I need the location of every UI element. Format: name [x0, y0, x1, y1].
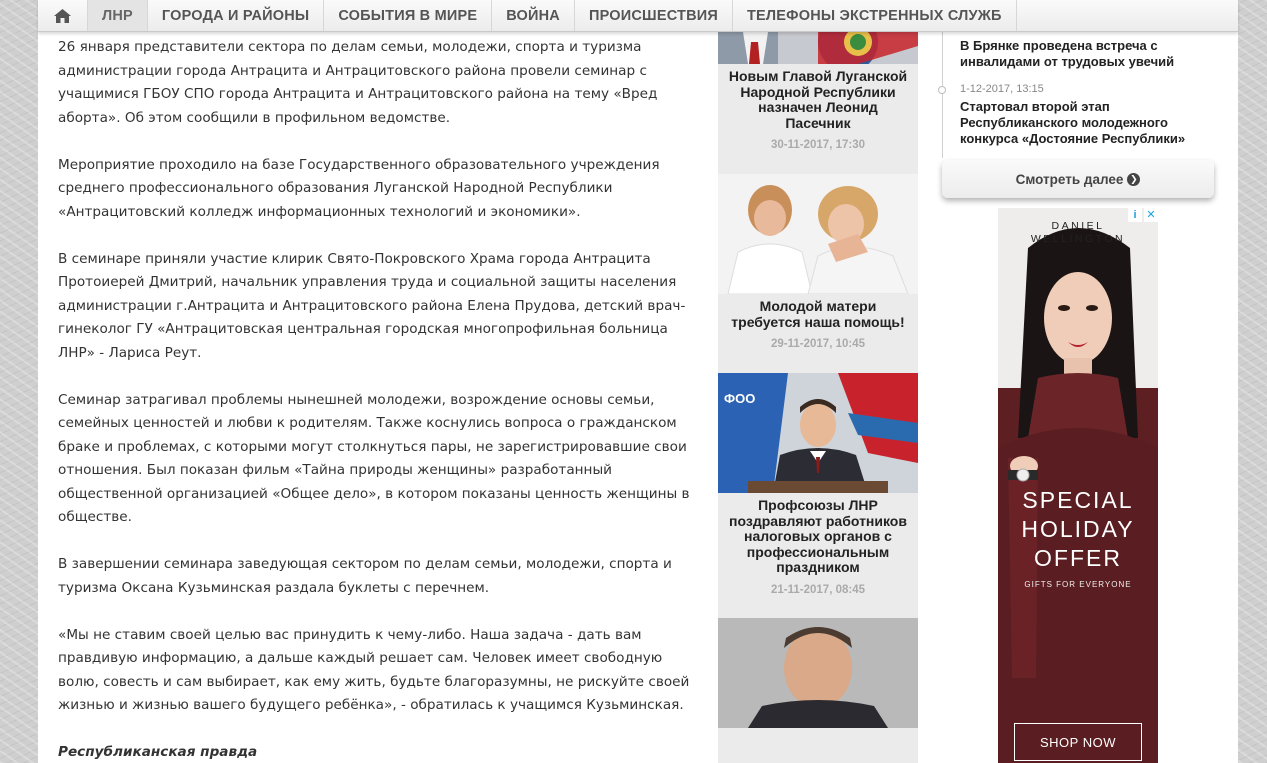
article-paragraph: Семинар затрагивал проблемы нынешней мол…: [58, 391, 690, 526]
ad-offer: SPECIAL HOLIDAY OFFER: [998, 486, 1158, 573]
news-image[interactable]: [718, 617, 918, 728]
article-paragraph: В семинаре приняли участие клирик Свято-…: [58, 250, 686, 361]
ad-offer-line: SPECIAL: [1022, 487, 1134, 513]
nav-home[interactable]: [38, 0, 88, 31]
news-title[interactable]: Молодой матери требуется наша помощь!: [718, 294, 918, 330]
news-date: 29-11-2017, 10:45: [771, 338, 865, 350]
timeline-line: [942, 32, 943, 158]
article-paragraph: В завершении семинара заведующая секторо…: [58, 556, 672, 596]
article-source: Республиканская правда: [58, 744, 258, 760]
article-paragraph: Мероприятие проходило на базе Государств…: [58, 156, 660, 220]
nav-item-lnr[interactable]: ЛНР: [88, 0, 148, 31]
main-navigation: ЛНР ГОРОДА И РАЙОНЫ СОБЫТИЯ В МИРЕ ВОЙНА…: [38, 0, 1238, 32]
related-news-column: Новым Главой Луганской Народной Республи…: [718, 32, 918, 763]
ad-brand: DANIEL WELLINGTON: [998, 220, 1158, 246]
shop-now-button[interactable]: SHOP NOW: [1014, 723, 1142, 761]
news-title[interactable]: Профсоюзы ЛНР поздравляют работников нал…: [718, 493, 918, 576]
article-body: 26 января представители сектора по делам…: [38, 32, 718, 763]
ad-subtitle: GIFTS FOR EVERYONE: [1024, 580, 1132, 589]
show-more-label: Смотреть далее: [1015, 171, 1124, 187]
timeline-item[interactable]: 1-12-2017, 13:15 Стартовал второй этап Р…: [938, 83, 1220, 147]
chevron-right-icon: ❯: [1127, 172, 1141, 186]
news-title[interactable]: Новым Главой Луганской Народной Республи…: [718, 64, 918, 131]
news-card[interactable]: ФОО Профсоюзы ЛНР поздравляют работников…: [718, 373, 918, 596]
nav-item-incidents[interactable]: ПРОИСШЕСТВИЯ: [575, 0, 733, 31]
show-more-button[interactable]: Смотреть далее ❯: [942, 160, 1214, 198]
timeline-date: 1-12-2017, 13:15: [960, 83, 1044, 95]
nav-item-emergency-phones[interactable]: ТЕЛЕФОНЫ ЭКСТРЕННЫХ СЛУЖБ: [733, 0, 1017, 31]
advertisement-banner[interactable]: i ✕ DANIEL WELLINGTON SPECIAL HOLIDAY OF…: [998, 208, 1158, 763]
timeline-title[interactable]: В Брянке проведена встреча с инвалидами …: [960, 38, 1220, 70]
article-paragraph: «Мы не ставим своей целью вас принудить …: [58, 626, 690, 714]
timeline-dot: [938, 86, 946, 94]
ad-brand-line: WELLINGTON: [1030, 233, 1126, 245]
nav-item-cities[interactable]: ГОРОДА И РАЙОНЫ: [148, 0, 325, 31]
news-date: 21-11-2017, 08:45: [771, 583, 865, 596]
nav-item-world-events[interactable]: СОБЫТИЯ В МИРЕ: [324, 0, 493, 31]
nav-item-war[interactable]: ВОЙНА: [492, 0, 575, 31]
article-paragraph: 26 января представители сектора по делам…: [58, 39, 658, 126]
news-card[interactable]: Новым Главой Луганской Народной Республи…: [718, 32, 918, 151]
news-image[interactable]: ФОО: [718, 373, 918, 493]
news-image[interactable]: [718, 174, 918, 294]
home-icon: [54, 8, 71, 23]
news-date: 30-11-2017, 17:30: [771, 139, 865, 151]
news-card[interactable]: Молодой матери требуется наша помощь! 29…: [718, 174, 918, 350]
ad-offer-line: OFFER: [1034, 545, 1122, 571]
news-image[interactable]: [718, 32, 918, 64]
timeline-title[interactable]: Стартовал второй этап Республиканского м…: [960, 99, 1220, 147]
ad-offer-line: HOLIDAY: [1021, 516, 1135, 542]
svg-text:ФОО: ФОО: [724, 391, 755, 406]
timeline-item[interactable]: В Брянке проведена встреча с инвалидами …: [960, 38, 1220, 70]
news-card[interactable]: [718, 617, 918, 728]
sidebar-right: В Брянке проведена встреча с инвалидами …: [918, 32, 1238, 763]
ad-brand-line: DANIEL: [1051, 220, 1105, 232]
